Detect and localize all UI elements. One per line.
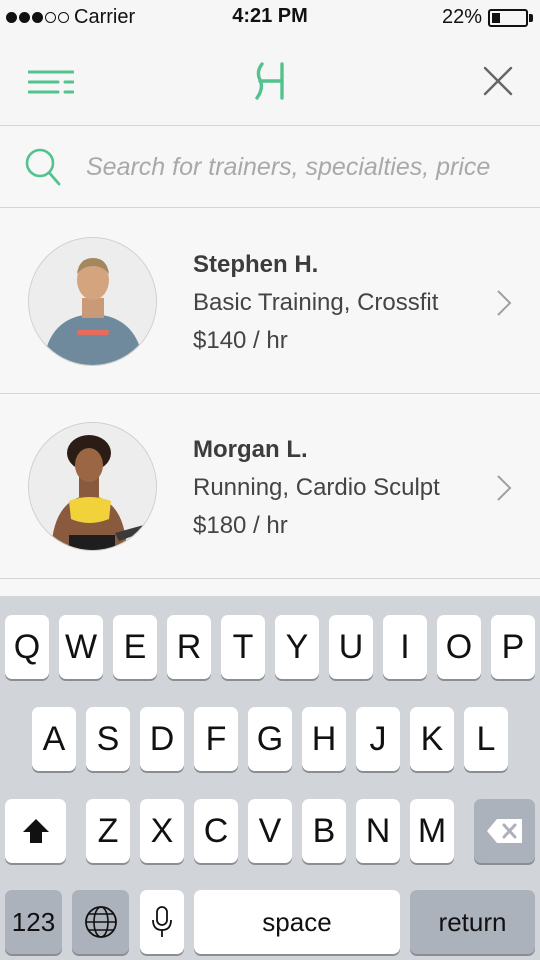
search-icon xyxy=(25,148,61,186)
key-s[interactable]: S xyxy=(86,707,130,771)
shift-key[interactable] xyxy=(5,799,66,863)
key-i[interactable]: I xyxy=(383,615,427,679)
trainer-price: $180 / hr xyxy=(193,512,288,539)
key-w[interactable]: W xyxy=(59,615,103,679)
key-r[interactable]: R xyxy=(167,615,211,679)
key-j[interactable]: J xyxy=(356,707,400,771)
key-k[interactable]: K xyxy=(410,707,454,771)
key-h[interactable]: H xyxy=(302,707,346,771)
keyboard: Q W E R T Y U I O P A S D F G H J K L Z … xyxy=(0,596,540,960)
key-u[interactable]: U xyxy=(329,615,373,679)
backspace-icon xyxy=(486,819,522,843)
nav-bar xyxy=(0,36,540,126)
key-d[interactable]: D xyxy=(140,707,184,771)
space-key[interactable]: space xyxy=(194,890,400,954)
battery-percent: 22% xyxy=(441,6,482,28)
return-key[interactable]: return xyxy=(410,890,535,954)
search-input[interactable] xyxy=(86,147,516,187)
globe-icon xyxy=(84,906,117,938)
numbers-key[interactable]: 123 xyxy=(5,890,62,954)
delete-key[interactable] xyxy=(474,799,535,863)
key-n[interactable]: N xyxy=(356,799,400,863)
close-icon[interactable] xyxy=(482,65,514,97)
key-l[interactable]: L xyxy=(464,707,508,771)
microphone-icon xyxy=(152,906,172,937)
key-f[interactable]: F xyxy=(194,707,238,771)
trainer-list: Stephen H. Basic Training, Crossfit $140… xyxy=(0,209,540,579)
status-bar: Carrier 4:21 PM 22% xyxy=(0,0,540,36)
key-t[interactable]: T xyxy=(221,615,265,679)
trainer-specialties: Running, Cardio Sculpt xyxy=(193,474,440,501)
menu-icon[interactable] xyxy=(28,70,74,94)
key-y[interactable]: Y xyxy=(275,615,319,679)
globe-key[interactable] xyxy=(72,890,129,954)
chevron-right-icon xyxy=(497,475,512,501)
key-c[interactable]: C xyxy=(194,799,238,863)
chevron-right-icon xyxy=(497,290,512,316)
key-o[interactable]: O xyxy=(437,615,481,679)
trainer-name: Stephen H. xyxy=(193,251,319,278)
search-bar xyxy=(0,127,540,208)
trainer-row[interactable]: Morgan L. Running, Cardio Sculpt $180 / … xyxy=(0,394,540,579)
key-z[interactable]: Z xyxy=(86,799,130,863)
key-q[interactable]: Q xyxy=(5,615,49,679)
logo-icon xyxy=(255,62,284,100)
key-a[interactable]: A xyxy=(32,707,76,771)
battery-tip xyxy=(529,14,533,22)
key-x[interactable]: X xyxy=(140,799,184,863)
trainer-row[interactable]: Stephen H. Basic Training, Crossfit $140… xyxy=(0,209,540,394)
trainer-specialties: Basic Training, Crossfit xyxy=(193,289,439,316)
battery-icon xyxy=(488,9,528,27)
dictation-key[interactable] xyxy=(140,890,184,954)
shift-arrow-icon xyxy=(22,819,49,843)
trainer-avatar xyxy=(28,422,157,551)
trainer-name: Morgan L. xyxy=(193,436,308,463)
trainer-price: $140 / hr xyxy=(193,327,288,354)
key-m[interactable]: M xyxy=(410,799,454,863)
key-v[interactable]: V xyxy=(248,799,292,863)
key-b[interactable]: B xyxy=(302,799,346,863)
key-p[interactable]: P xyxy=(491,615,535,679)
key-e[interactable]: E xyxy=(113,615,157,679)
trainer-avatar xyxy=(28,237,157,366)
key-g[interactable]: G xyxy=(248,707,292,771)
